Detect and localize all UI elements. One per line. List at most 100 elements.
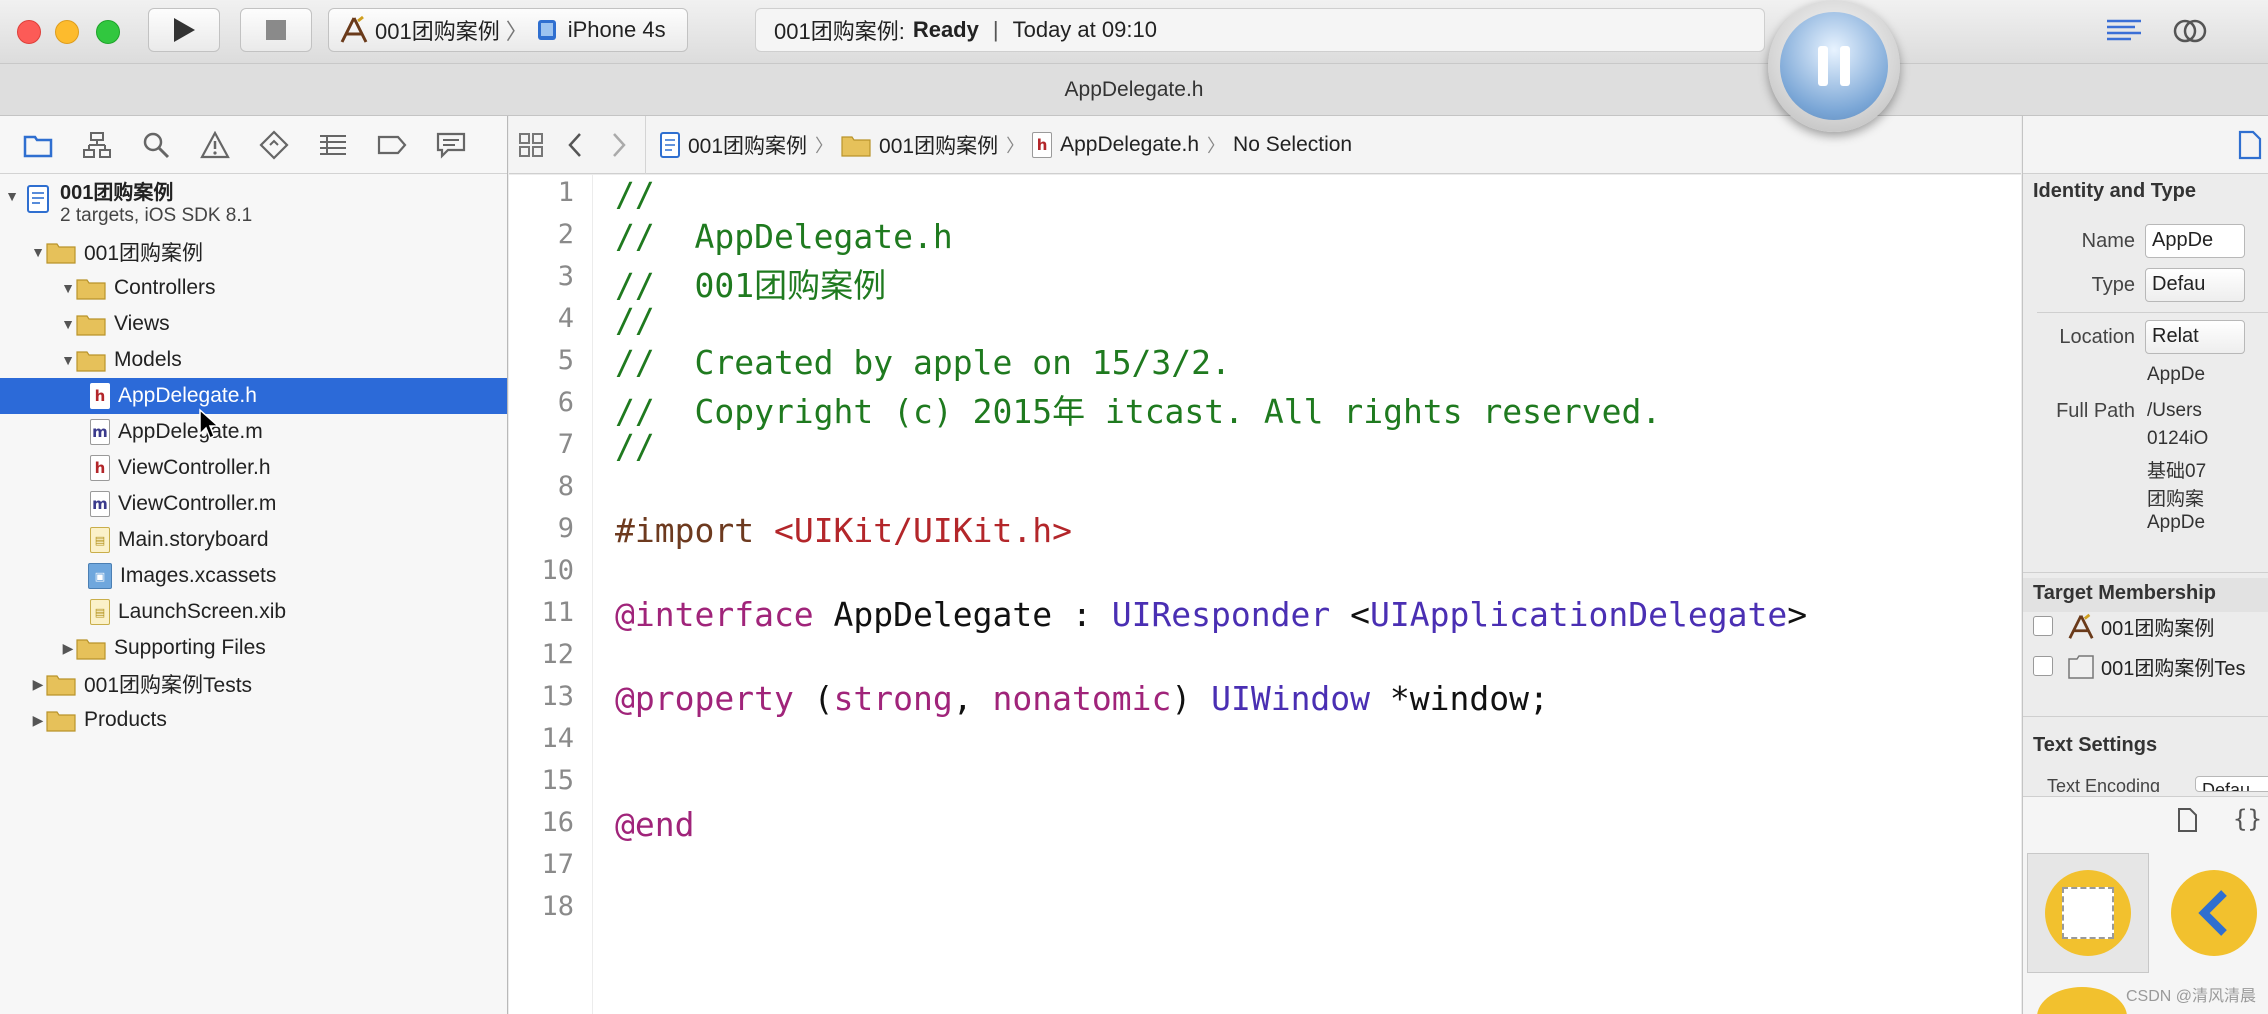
zoom-window-button[interactable] xyxy=(96,20,120,44)
chevron-left-icon xyxy=(568,132,581,157)
folder-icon xyxy=(23,135,53,157)
tree-item-label: Products xyxy=(84,708,167,731)
jump-bar: 001团购案例 〉 001团购案例 〉 h AppDelegate.h 〉 No… xyxy=(509,115,2021,174)
disclosure-closed-icon[interactable]: ▶ xyxy=(60,640,76,657)
chevron-right-icon: 〉 xyxy=(1207,135,1226,156)
divider xyxy=(2023,716,2268,717)
breadcrumb-project[interactable]: 001团购案例 xyxy=(660,130,807,160)
related-items-button[interactable] xyxy=(509,125,553,165)
project-root-row[interactable]: ▼ 001团购案例 2 targets, iOS SDK 8.1 xyxy=(0,176,507,240)
file-row-launchscreen-xib[interactable]: ▤ LaunchScreen.xib xyxy=(0,594,507,630)
minimize-window-button[interactable] xyxy=(55,20,79,44)
disclosure-open-icon[interactable]: ▼ xyxy=(60,316,76,332)
target-checkbox[interactable] xyxy=(2033,656,2053,676)
code-line-4: // xyxy=(615,301,655,340)
storyboard-file-icon: ▤ xyxy=(90,527,110,553)
group-row-tests[interactable]: ▶ 001团购案例Tests xyxy=(0,666,507,702)
close-window-button[interactable] xyxy=(17,20,41,44)
tree-item-label: ViewController.h xyxy=(118,456,271,479)
breadcrumb-symbol[interactable]: No Selection xyxy=(1233,133,1352,157)
target-name: 001团购案例 xyxy=(2101,618,2215,640)
file-template-library-tab[interactable] xyxy=(2177,807,2199,838)
scheme-selector[interactable]: 001团购案例 〉 iPhone 4s xyxy=(328,8,688,52)
standard-editor-icon xyxy=(2107,19,2141,41)
breadcrumb-label: 001团购案例 xyxy=(688,134,808,158)
document-icon xyxy=(2238,130,2262,160)
folder-icon xyxy=(46,243,76,264)
folder-icon xyxy=(46,711,76,732)
report-navigator-tab[interactable] xyxy=(435,129,467,161)
run-button[interactable] xyxy=(148,8,220,52)
location-popup[interactable]: Relat xyxy=(2145,320,2245,354)
code-line-2: // AppDelegate.h xyxy=(615,217,953,256)
pause-recording-button[interactable] xyxy=(1768,0,1900,132)
line-number: 11 xyxy=(541,597,574,628)
file-row-main-storyboard[interactable]: ▤ Main.storyboard xyxy=(0,522,507,558)
find-navigator-tab[interactable] xyxy=(140,129,172,161)
group-row-products[interactable]: ▶ Products xyxy=(0,702,507,738)
header-file-icon: h xyxy=(1032,131,1053,158)
project-navigator-tab[interactable] xyxy=(22,129,54,161)
line-number: 8 xyxy=(557,471,574,502)
file-row-appdelegate-m[interactable]: m AppDelegate.m xyxy=(0,414,507,450)
code-snippet-library-tab[interactable]: {} xyxy=(2233,805,2262,833)
group-row-models[interactable]: ▼ Models xyxy=(0,342,507,378)
disclosure-open-icon[interactable]: ▼ xyxy=(60,352,76,368)
back-button[interactable] xyxy=(553,125,597,165)
breadcrumb-label: No Selection xyxy=(1233,132,1353,156)
disclosure-open-icon[interactable]: ▼ xyxy=(30,244,46,260)
file-row-images-xcassets[interactable]: ▣ Images.xcassets xyxy=(0,558,507,594)
target-checkbox[interactable] xyxy=(2033,616,2053,636)
type-popup[interactable]: Defau xyxy=(2145,268,2245,302)
debug-navigator-tab[interactable] xyxy=(317,129,349,161)
divider xyxy=(2037,312,2268,313)
file-row-appdelegate-h[interactable]: h AppDelegate.h xyxy=(0,378,507,414)
breakpoint-icon xyxy=(377,135,407,154)
file-row-viewcontroller-h[interactable]: h ViewController.h xyxy=(0,450,507,486)
breadcrumb-group[interactable]: 001团购案例 xyxy=(841,130,998,160)
tree-item-label: ViewController.m xyxy=(118,492,277,515)
group-row-controllers[interactable]: ▼ Controllers xyxy=(0,270,507,306)
paren-close: ) xyxy=(1171,679,1212,718)
breakpoint-navigator-tab[interactable] xyxy=(376,129,408,161)
issue-navigator-tab[interactable] xyxy=(199,129,231,161)
file-inspector-tab[interactable] xyxy=(2237,130,2263,165)
source-editor[interactable]: 1 2 3 4 5 6 7 8 9 10 11 12 13 14 15 16 1… xyxy=(509,175,2021,1014)
full-path-line: 团购案 xyxy=(2147,489,2205,510)
standard-editor-button[interactable] xyxy=(2100,12,2148,50)
forward-button[interactable] xyxy=(597,125,641,165)
activity-project: 001团购案例: xyxy=(774,19,905,44)
header-file-icon: h xyxy=(90,383,110,409)
disclosure-closed-icon[interactable]: ▶ xyxy=(30,676,46,693)
name-field[interactable]: AppDe xyxy=(2145,224,2245,258)
disclosure-open-icon[interactable]: ▼ xyxy=(4,188,20,204)
view-object-icon xyxy=(2045,870,2131,956)
test-navigator-tab[interactable] xyxy=(258,129,290,161)
location-label: Location xyxy=(2059,326,2135,348)
line-number: 2 xyxy=(557,219,574,250)
group-row-supporting-files[interactable]: ▶ Supporting Files xyxy=(0,630,507,666)
line-number: 12 xyxy=(541,639,574,670)
group-row-views[interactable]: ▼ Views xyxy=(0,306,507,342)
file-row-viewcontroller-m[interactable]: m ViewController.m xyxy=(0,486,507,522)
full-path-label: Full Path xyxy=(2056,400,2135,422)
toolbar: 001团购案例 〉 iPhone 4s 001团购案例: Ready | Tod… xyxy=(0,0,2268,64)
folder-icon xyxy=(76,639,106,660)
disclosure-closed-icon[interactable]: ▶ xyxy=(30,712,46,729)
library-item-partial[interactable] xyxy=(2037,987,2127,1014)
disclosure-open-icon[interactable]: ▼ xyxy=(60,280,76,296)
protocol-close: > xyxy=(1787,595,1808,634)
breadcrumb-file[interactable]: h AppDelegate.h xyxy=(1032,131,1199,158)
line-number: 3 xyxy=(557,261,574,292)
library-item-navigation[interactable] xyxy=(2153,853,2268,973)
assistant-editor-button[interactable] xyxy=(2166,12,2214,50)
text-encoding-popup[interactable]: Defau xyxy=(2195,776,2268,792)
group-row-project[interactable]: ▼ 001团购案例 xyxy=(0,234,507,270)
paren-open: ( xyxy=(793,679,834,718)
symbol-navigator-tab[interactable] xyxy=(81,129,113,161)
line-number: 13 xyxy=(541,681,574,712)
library-item-view[interactable] xyxy=(2027,853,2149,973)
stop-button[interactable] xyxy=(240,8,312,52)
diamond-icon xyxy=(259,129,289,160)
chevron-right-icon: 〉 xyxy=(815,135,834,156)
